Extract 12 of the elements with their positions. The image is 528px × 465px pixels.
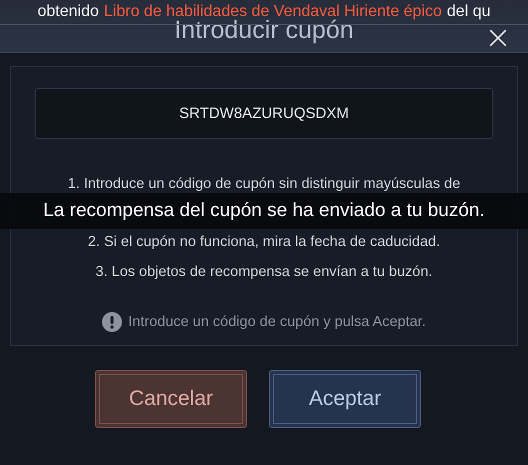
instruction-text: 2. Si el cupón no funciona, mira la fecha de caducidad. — [88, 233, 440, 252]
notice-text: del qu — [446, 3, 490, 21]
instruction-text: 1. Introduce un código de cupón sin distinguir mayúsculas de — [68, 175, 460, 194]
close-button[interactable]: × — [484, 25, 512, 49]
warning-icon — [102, 312, 122, 332]
instruction-text: 3. Los objetos de recompensa se envían a tu buzón. — [96, 263, 432, 282]
toast-message: La recompensa del cupón se ha enviado a tu buzón. — [0, 193, 528, 229]
cancel-button[interactable]: Cancelar — [95, 370, 247, 428]
hint-text: Introduce un código de cupón y pulsa Aceptar. — [128, 314, 426, 330]
notice-text: obtenido — [38, 3, 99, 21]
accept-button[interactable]: Aceptar — [269, 370, 421, 428]
coupon-field[interactable]: SRTDW8AZURUQSDXM — [35, 88, 493, 139]
